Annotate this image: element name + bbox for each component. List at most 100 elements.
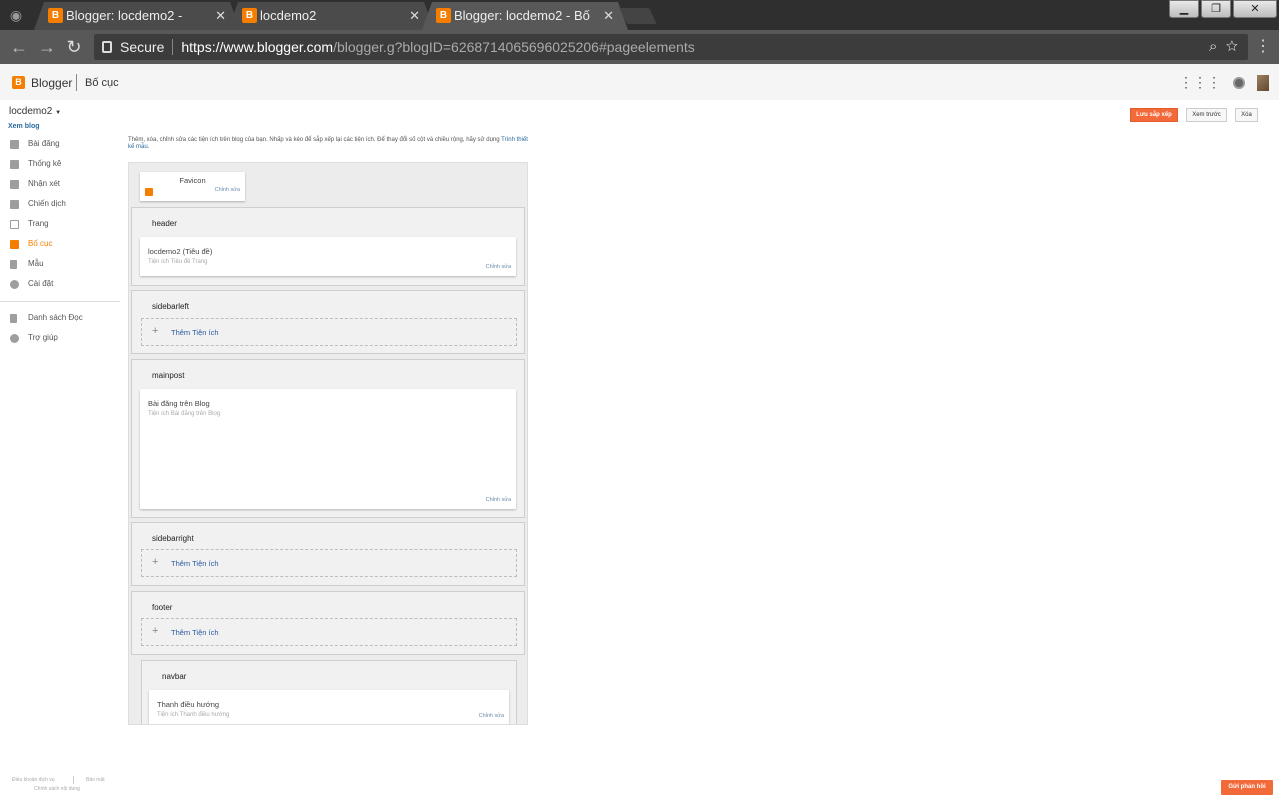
layout-icon <box>10 240 19 249</box>
tab-close-icon[interactable]: ✕ <box>409 2 420 29</box>
lock-icon <box>102 41 112 53</box>
widget-type: Tiện ích Bài đăng trên Blog <box>148 411 221 417</box>
plus-icon: + <box>152 625 159 637</box>
window-controls: ▁ ❐ ✕ <box>1167 0 1277 20</box>
send-feedback-button[interactable]: Gửi phản hồi <box>1221 780 1273 795</box>
sidebar-item-pages[interactable]: Trang <box>0 216 122 236</box>
section-title: footer <box>152 603 173 612</box>
theme-icon <box>10 260 17 269</box>
bookmark-icon <box>10 314 17 323</box>
widget-title: Bài đăng trên Blog <box>148 399 210 408</box>
tab-close-icon[interactable]: ✕ <box>603 2 614 29</box>
pages-icon <box>10 220 19 229</box>
window-close-icon[interactable]: ✕ <box>1233 0 1277 18</box>
avatar[interactable] <box>1257 74 1269 91</box>
sidebar-item-theme[interactable]: Mẫu <box>0 256 122 276</box>
sidebar-item-reading-list[interactable]: Danh sách Đọc <box>0 310 122 330</box>
sidebar-item-layout[interactable]: Bố cục <box>0 236 122 256</box>
blog-selector[interactable]: locdemo2 ▼ <box>9 106 61 117</box>
address-bar[interactable]: Secure https://www.blogger.com/blogger.g?… <box>94 34 1248 60</box>
sidebar-item-label: Bố cục <box>28 239 53 248</box>
secure-label: Secure <box>120 39 165 55</box>
layout-instructions: Thêm, xóa, chỉnh sửa các tiện ích trên b… <box>128 137 528 151</box>
section-title: header <box>152 219 177 228</box>
settings-icon <box>10 280 19 289</box>
section-title: sidebarleft <box>152 302 189 311</box>
tab-title: Blogger: locdemo2 - <box>66 8 183 23</box>
brand-name[interactable]: Blogger <box>31 76 72 90</box>
sidebar-item-label: Nhận xét <box>28 179 61 188</box>
sidebar-item-help[interactable]: Trợ giúp <box>0 330 122 350</box>
add-widget-label: Thêm Tiện ích <box>171 628 219 637</box>
favicon-widget[interactable]: Favicon Chỉnh sửa <box>140 172 245 201</box>
sidebar-item-label: Mẫu <box>28 259 44 268</box>
widget-title: Thanh điều hướng <box>157 700 220 709</box>
sidebar-item-posts[interactable]: Bài đăng <box>0 136 122 156</box>
section-sidebarright: sidebarright + Thêm Tiện ích <box>131 522 525 586</box>
sidebar-item-comments[interactable]: Nhận xét <box>0 176 122 196</box>
blog-posts-widget[interactable]: Bài đăng trên Blog Tiện ích Bài đăng trê… <box>140 389 516 509</box>
url-path: /blogger.g?blogID=6268714065696025206#pa… <box>333 39 695 55</box>
tab-blogger-active[interactable]: B Blogger: locdemo2 - Bố ✕ <box>422 2 628 30</box>
section-title: sidebarright <box>152 534 194 543</box>
minimize-icon[interactable]: ▁ <box>1169 0 1199 18</box>
account-icon[interactable] <box>1233 76 1245 89</box>
tab-title: locdemo2 <box>260 8 317 23</box>
blogger-favicon-icon <box>145 188 153 196</box>
content-policy-link[interactable]: Chính sách nội dung <box>34 786 80 792</box>
sidebar-item-label: Danh sách Đọc <box>28 313 83 322</box>
add-widget-button[interactable]: + Thêm Tiện ích <box>141 318 517 346</box>
save-arrangement-button[interactable]: Lưu sắp xếp <box>1130 108 1178 122</box>
terms-link[interactable]: Điều khoản dịch vụ <box>12 777 55 783</box>
posts-icon <box>10 140 19 149</box>
back-icon[interactable]: ← <box>8 36 30 58</box>
restore-icon[interactable]: ❐ <box>1201 0 1231 18</box>
widget-title: locdemo2 (Tiêu đề) <box>148 247 213 256</box>
browser-toolbar: ← → ↻ Secure https://www.blogger.com/blog… <box>0 30 1279 64</box>
section-navbar: navbar Thanh điều hướng Tiện ích Thanh đ… <box>141 660 517 724</box>
browser-menu-icon[interactable]: ⋮ <box>1255 36 1271 58</box>
tab-locdemo2[interactable]: B locdemo2 ✕ <box>228 2 434 30</box>
preview-button[interactable]: Xem trước <box>1186 108 1227 122</box>
clear-button[interactable]: Xóa <box>1235 108 1258 122</box>
zoom-icon[interactable]: ⌕ <box>1209 38 1217 55</box>
tab-blogger-1[interactable]: B Blogger: locdemo2 - ✕ <box>34 2 240 30</box>
view-blog-link[interactable]: Xem blog <box>8 123 40 130</box>
new-tab-button[interactable] <box>619 8 657 24</box>
edit-link[interactable]: Chỉnh sửa <box>479 713 504 719</box>
edit-link[interactable]: Chỉnh sửa <box>215 187 240 193</box>
browser-tabstrip: ◉ B Blogger: locdemo2 - ✕ B locdemo2 ✕ B… <box>0 0 1279 30</box>
blogger-logo-icon[interactable]: B <box>12 76 25 89</box>
sidebar-item-campaigns[interactable]: Chiến dịch <box>0 196 122 216</box>
section-mainpost: mainpost Bài đăng trên Blog Tiện ích Bài… <box>131 359 525 518</box>
sidebar-item-label: Trang <box>28 219 49 228</box>
page-title: Bố cục <box>85 77 119 89</box>
add-widget-button[interactable]: + Thêm Tiện ích <box>141 549 517 577</box>
sidebar-item-settings[interactable]: Cài đặt <box>0 276 122 296</box>
blogger-favicon-icon: B <box>242 8 257 23</box>
sidebar-divider <box>0 301 120 302</box>
reload-icon[interactable]: ↻ <box>63 36 85 58</box>
sidebar-nav: Bài đăng Thống kê Nhận xét Chiến dịch Tr… <box>0 136 122 350</box>
bookmark-star-icon[interactable]: ☆ <box>1226 38 1238 55</box>
navbar-widget[interactable]: Thanh điều hướng Tiện ích Thanh điều hướ… <box>149 690 509 724</box>
forward-icon[interactable]: → <box>36 36 58 58</box>
section-title: mainpost <box>152 371 185 380</box>
privacy-link[interactable]: Bảo mật <box>86 777 105 783</box>
omnibox-icons: ⌕ ☆ <box>1209 34 1238 60</box>
footer-divider <box>73 776 74 784</box>
add-widget-button[interactable]: + Thêm Tiện ích <box>141 618 517 646</box>
stats-icon <box>10 160 19 169</box>
sidebar-item-stats[interactable]: Thống kê <box>0 156 122 176</box>
section-footer: footer + Thêm Tiện ích <box>131 591 525 655</box>
plus-icon: + <box>152 556 159 568</box>
tab-title: Blogger: locdemo2 - Bố <box>454 8 590 23</box>
tab-close-icon[interactable]: ✕ <box>215 2 226 29</box>
sidebar-item-label: Chiến dịch <box>28 199 66 208</box>
apps-grid-icon[interactable]: ⋮⋮⋮ <box>1179 74 1221 91</box>
header-widget[interactable]: locdemo2 (Tiêu đề) Tiện ích Tiêu đề Tran… <box>140 237 516 276</box>
edit-link[interactable]: Chỉnh sửa <box>486 497 511 503</box>
edit-link[interactable]: Chỉnh sửa <box>486 264 511 270</box>
widget-title: Favicon <box>179 176 206 185</box>
incognito-icon: ◉ <box>9 7 23 23</box>
